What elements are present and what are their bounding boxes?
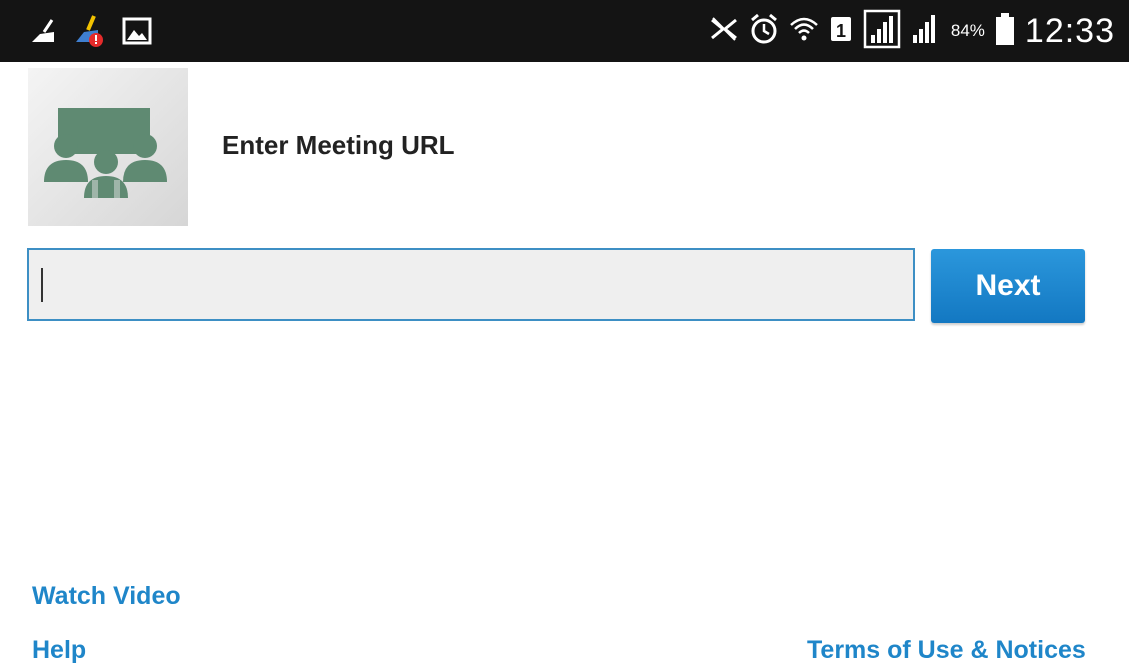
sim-1-icon: 1 <box>829 15 853 48</box>
page-title: Enter Meeting URL <box>222 130 455 160</box>
svg-text:1: 1 <box>836 21 846 41</box>
notification-icons <box>30 14 152 53</box>
wifi-icon <box>789 13 819 50</box>
broom-cleaner-icon <box>30 16 56 51</box>
help-link[interactable]: Help <box>32 636 86 665</box>
battery-icon <box>995 12 1015 51</box>
text-cursor <box>41 268 43 302</box>
system-icons: 1 84% 12:33 <box>709 8 1115 54</box>
signal-strength-icon <box>863 9 901 54</box>
watch-video-link[interactable]: Watch Video <box>32 582 181 611</box>
cleaner-alert-icon <box>74 14 104 53</box>
gallery-image-icon <box>122 17 152 50</box>
alarm-clock-icon <box>749 13 779 50</box>
signal-strength-2-icon <box>911 11 941 52</box>
meeting-room-icon <box>28 68 188 226</box>
meeting-url-input[interactable] <box>27 248 915 321</box>
clock-time: 12:33 <box>1024 11 1115 50</box>
terms-link[interactable]: Terms of Use & Notices <box>807 636 1086 665</box>
nfc-muted-icon <box>709 14 739 49</box>
status-bar: 1 84% 12:33 <box>0 0 1129 62</box>
battery-percent: 84% <box>950 21 985 40</box>
next-button[interactable]: Next <box>931 249 1085 323</box>
